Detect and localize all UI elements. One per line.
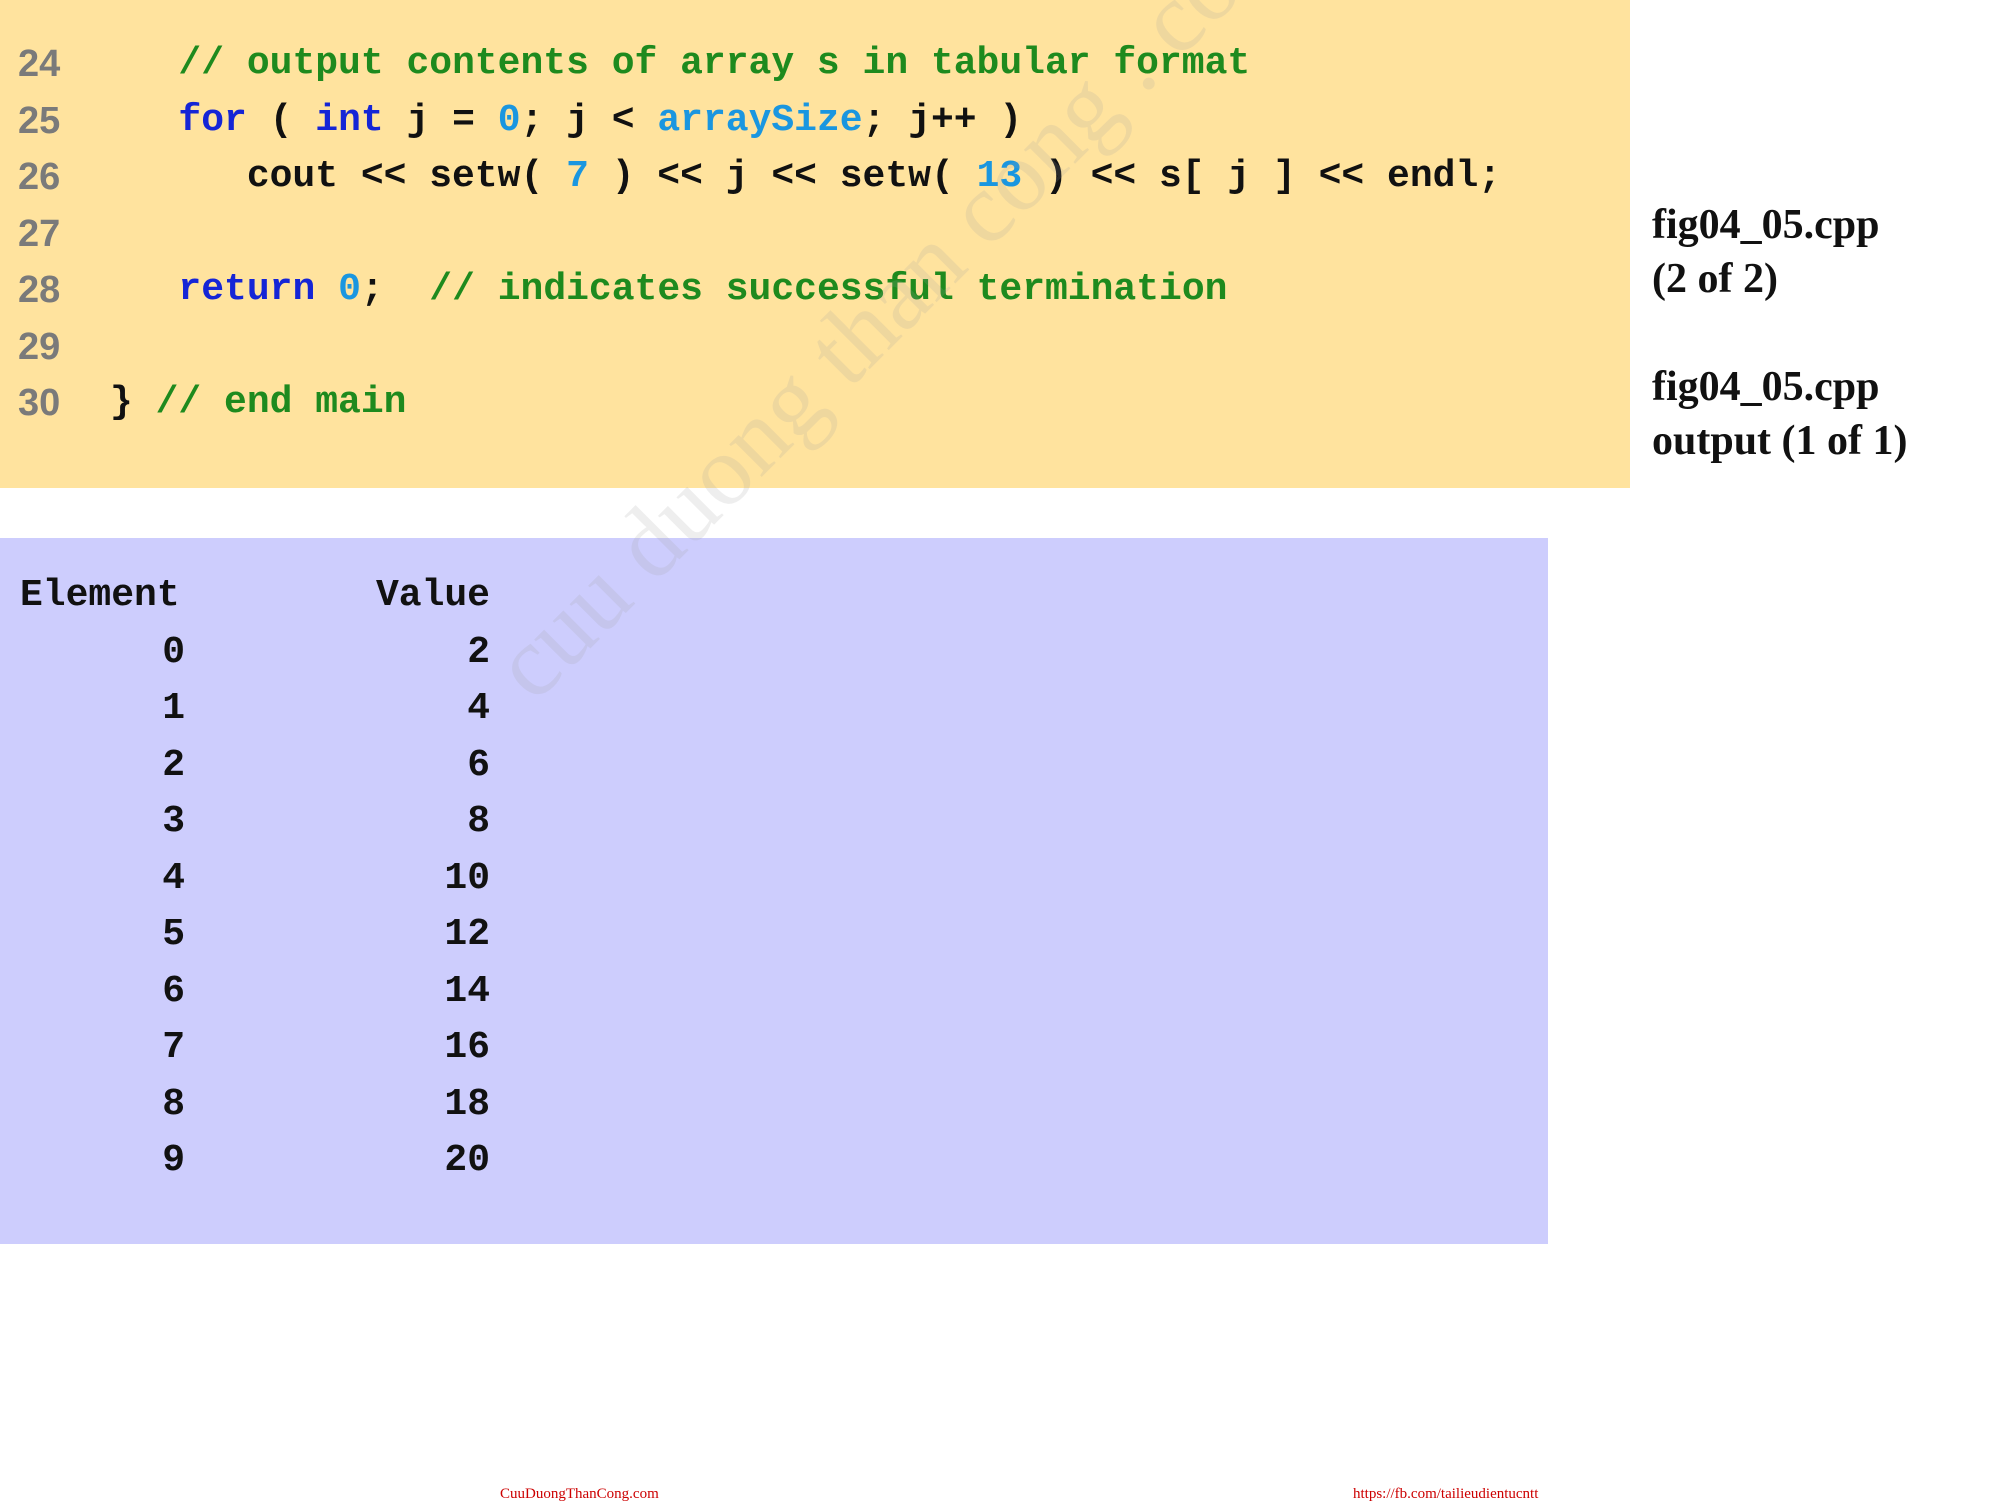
code-token-plain: } <box>110 381 156 424</box>
file-name-label: fig04_05.cpp <box>1652 202 1880 248</box>
file-name-label: fig04_05.cpp <box>1652 364 1880 410</box>
code-token-ident: arraySize <box>657 98 863 142</box>
code-token-number: 0 <box>497 98 521 142</box>
code-token-plain: cout << setw( <box>110 155 567 198</box>
element-index: 2 <box>162 743 185 787</box>
element-value: 6 <box>467 743 490 787</box>
code-text: cout << setw( 7 ) << j << setw( 13 ) << … <box>110 149 1501 205</box>
output-row: 9 20 <box>0 1133 600 1189</box>
code-line: 27 <box>0 206 1630 262</box>
value-column-header: Value <box>375 574 490 617</box>
code-token-plain: j = <box>383 98 498 142</box>
output-row: 5 12 <box>0 907 600 963</box>
part-label: (2 of 2) <box>1652 256 1778 302</box>
output-row: 6 14 <box>0 964 600 1020</box>
element-column-header: Element <box>20 574 180 617</box>
element-index: 5 <box>162 913 185 956</box>
code-token-plain: ( <box>246 98 316 142</box>
element-value: 12 <box>444 913 490 956</box>
code-token-keyword: for <box>178 98 247 142</box>
code-text: return 0; // indicates successful termin… <box>110 262 1227 318</box>
element-value: 20 <box>444 1139 490 1182</box>
code-text: } // end main <box>110 375 406 431</box>
code-line: 26 cout << setw( 7 ) << j << setw( 13 ) … <box>0 149 1630 205</box>
code-line: 25 for ( int j = 0; j < arraySize; j++ ) <box>0 93 1630 149</box>
element-value: 16 <box>444 1026 490 1069</box>
element-index: 0 <box>162 630 185 674</box>
element-value: 4 <box>467 687 490 730</box>
element-value: 10 <box>444 856 490 900</box>
side-notes: fig04_05.cpp (2 of 2) fig04_05.cpp outpu… <box>1652 198 1992 468</box>
line-number: 25 <box>18 99 61 142</box>
code-token-keyword: int <box>315 98 384 142</box>
element-index: 9 <box>162 1139 185 1182</box>
line-number: 29 <box>18 325 61 368</box>
footer-site-name: CuuDuongThanCong.com <box>500 1486 659 1502</box>
element-value: 14 <box>444 969 490 1013</box>
output-row: 7 16 <box>0 1020 600 1076</box>
output-row: 8 18 <box>0 1077 600 1133</box>
element-value: 8 <box>467 800 490 843</box>
element-index: 7 <box>162 1026 185 1069</box>
line-number: 24 <box>18 43 61 85</box>
element-index: 8 <box>162 1082 185 1126</box>
code-line: 24 // output contents of array s in tabu… <box>0 36 1630 92</box>
code-token-number: 7 <box>566 155 589 198</box>
line-number: 27 <box>18 212 61 255</box>
output-row: 4 10 <box>0 851 600 907</box>
element-value: 18 <box>444 1082 490 1126</box>
code-token-number: 0 <box>338 268 361 311</box>
code-token-comment: // end main <box>155 381 407 424</box>
line-number: 26 <box>18 156 61 198</box>
code-text: for ( int j = 0; j < arraySize; j++ ) <box>110 93 1022 149</box>
footer-url: https://fb.com/tailieudientucntt <box>1353 1486 1539 1502</box>
code-token-plain: ; j < <box>520 98 658 142</box>
element-index: 3 <box>162 800 185 843</box>
output-row: 38 <box>0 794 600 850</box>
code-token-plain: ; <box>360 268 430 311</box>
output-part-label: output (1 of 1) <box>1652 418 1908 464</box>
element-value: 2 <box>467 630 490 674</box>
output-row: 14 <box>0 681 600 737</box>
element-index: 4 <box>162 856 185 900</box>
line-number: 30 <box>18 382 61 424</box>
element-index: 6 <box>162 969 185 1013</box>
line-number: 28 <box>18 269 61 311</box>
code-token-keyword: return <box>178 268 316 311</box>
output-panel: Element Value 0 2 1 4 2 6 3 8 4 10 5 12 6 14 7 16 8 18 9 20 <box>0 538 1548 1244</box>
output-row: 26 <box>0 738 600 794</box>
element-index: 1 <box>162 687 185 730</box>
